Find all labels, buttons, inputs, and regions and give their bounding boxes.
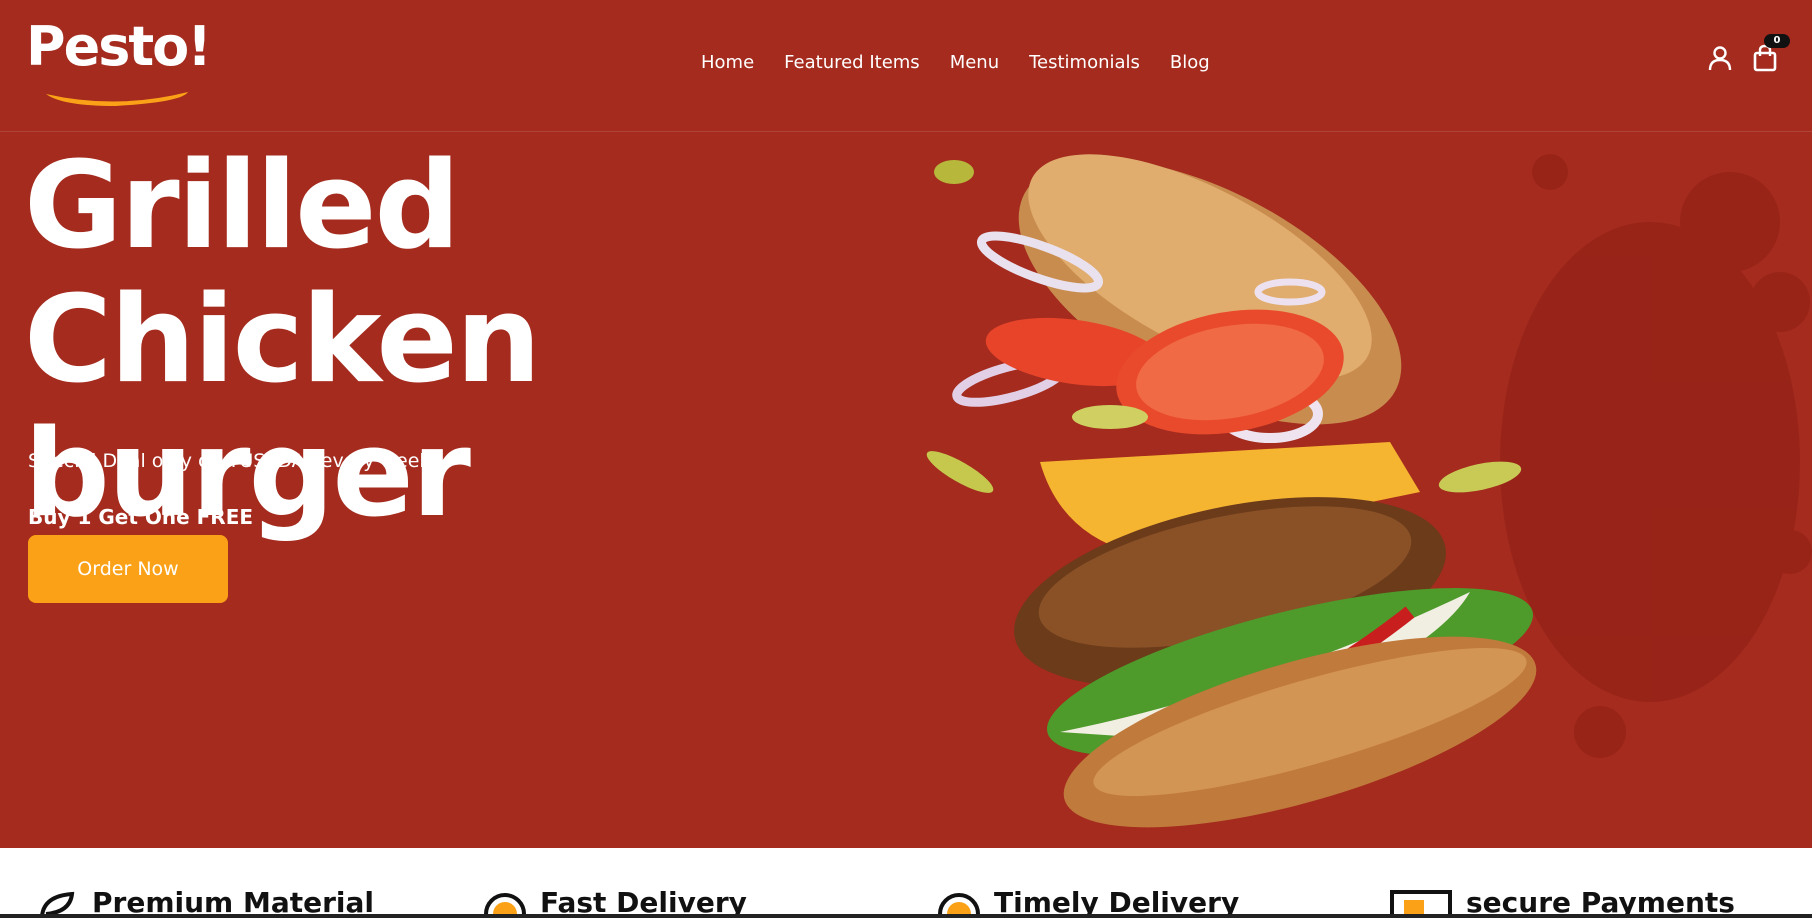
logo-text: Pesto! xyxy=(26,15,212,78)
features-strip: Premium Material Fast Delivery Timely De… xyxy=(0,848,1812,918)
hero-headline: Grilled Chicken burger xyxy=(24,140,924,542)
nav-item-featured-items[interactable]: Featured Items xyxy=(784,50,920,76)
hero-headline-line1: Grilled Chicken xyxy=(24,137,541,410)
nav-item-testimonials[interactable]: Testimonials xyxy=(1029,50,1140,76)
hero-deal-text: Special Deal only on TUSEDAY every week xyxy=(28,450,431,472)
flying-burger-image xyxy=(926,154,1812,828)
hero-section: Pesto! Home Featured Items Menu Testimon… xyxy=(0,0,1812,848)
order-now-button[interactable]: Order Now xyxy=(28,535,228,603)
nav-item-menu[interactable]: Menu xyxy=(950,50,999,76)
shopping-bag-icon[interactable] xyxy=(1752,44,1778,72)
brand-logo[interactable]: Pesto! xyxy=(26,14,212,106)
main-nav: Home Featured Items Menu Testimonials Bl… xyxy=(701,50,1210,76)
logo-swoosh-icon xyxy=(46,92,188,106)
user-icon[interactable] xyxy=(1708,45,1732,71)
bottom-divider xyxy=(0,914,1812,918)
nav-item-home[interactable]: Home xyxy=(701,50,754,76)
hero-offer-text: Buy 1 Get One FREE xyxy=(28,505,254,529)
cart-count-badge: 0 xyxy=(1764,34,1790,48)
site-header: Pesto! Home Featured Items Menu Testimon… xyxy=(0,0,1812,132)
nav-item-blog[interactable]: Blog xyxy=(1170,50,1210,76)
